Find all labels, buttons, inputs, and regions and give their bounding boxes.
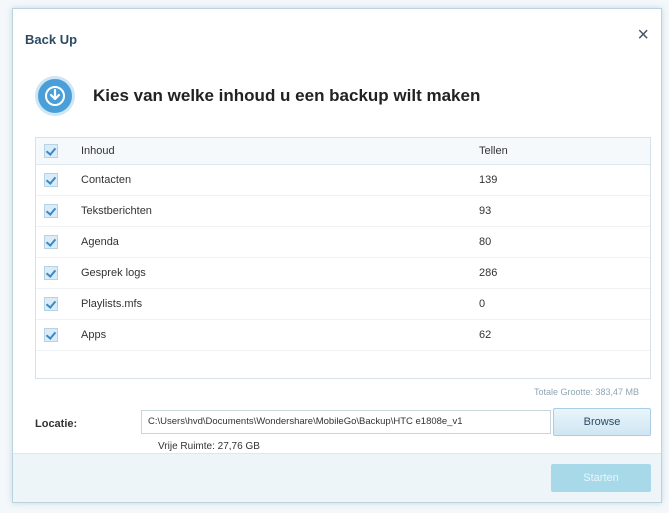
row-count: 0	[479, 298, 486, 310]
table-row[interactable]: Playlists.mfs 0	[36, 289, 650, 320]
row-name: Apps	[81, 329, 107, 341]
location-label: Locatie:	[35, 418, 78, 430]
start-button[interactable]: Starten	[551, 464, 651, 492]
row-count: 62	[479, 329, 492, 341]
row-count: 93	[479, 205, 492, 217]
content-table: Inhoud Tellen Contacten 139 Tekstbericht…	[35, 137, 651, 379]
download-circle-icon	[35, 76, 75, 116]
table-row[interactable]: Contacten 139	[36, 165, 650, 196]
table-header-row: Inhoud Tellen	[36, 138, 650, 165]
row-checkbox[interactable]	[44, 266, 58, 280]
table-row[interactable]: Apps 62	[36, 320, 650, 351]
row-name: Playlists.mfs	[81, 298, 143, 310]
row-checkbox[interactable]	[44, 297, 58, 311]
column-header-count: Tellen	[479, 145, 508, 157]
browse-button[interactable]: Browse	[553, 408, 651, 436]
select-all-checkbox[interactable]	[44, 144, 58, 158]
table-row[interactable]: Tekstberichten 93	[36, 196, 650, 227]
dialog-footer: Starten	[13, 453, 661, 502]
total-size: Totale Grootte: 383,47 MB	[533, 387, 639, 397]
row-count: 80	[479, 236, 492, 248]
row-checkbox[interactable]	[44, 173, 58, 187]
row-count: 139	[479, 174, 498, 186]
close-icon[interactable]: ×	[637, 25, 649, 45]
row-count: 286	[479, 267, 498, 279]
row-checkbox[interactable]	[44, 328, 58, 342]
row-checkbox[interactable]	[44, 235, 58, 249]
heading-row: Kies van welke inhoud u een backup wilt …	[35, 74, 641, 120]
row-checkbox[interactable]	[44, 204, 58, 218]
location-path-field[interactable]: C:\Users\hvd\Documents\Wondershare\Mobil…	[141, 410, 551, 434]
dialog-heading: Kies van welke inhoud u een backup wilt …	[93, 86, 481, 105]
table-row[interactable]: Agenda 80	[36, 227, 650, 258]
row-name: Tekstberichten	[81, 205, 152, 217]
dialog-title: Back Up	[25, 32, 78, 47]
row-name: Contacten	[81, 174, 132, 186]
free-space: Vrije Ruimte: 27,76 GB	[158, 441, 260, 452]
table-row[interactable]: Gesprek logs 286	[36, 258, 650, 289]
row-name: Agenda	[81, 236, 119, 248]
backup-dialog: Back Up × Kies van welke inhoud u een ba…	[12, 8, 662, 503]
title-bar: Back Up ×	[13, 9, 661, 67]
column-header-name: Inhoud	[81, 145, 115, 157]
row-name: Gesprek logs	[81, 267, 146, 279]
